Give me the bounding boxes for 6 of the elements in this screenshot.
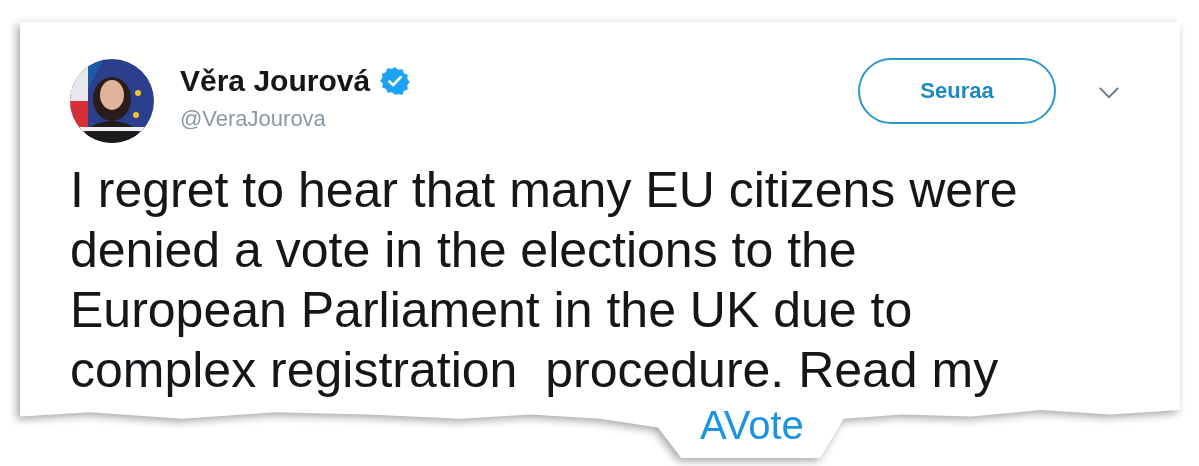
author-name[interactable]: Věra Jourová [180,64,371,98]
tweet-text: I regret to hear that many EU citizens were denied a vote in the elections to the European Parliament in the UK due to complex registration procedure. Read my [70,161,1019,400]
follow-button[interactable]: Seuraa [858,58,1056,124]
hashtag-link[interactable]: AVote [700,403,804,447]
chevron-down-icon[interactable] [1098,85,1120,99]
author-handle[interactable]: @VeraJourova [180,106,858,132]
